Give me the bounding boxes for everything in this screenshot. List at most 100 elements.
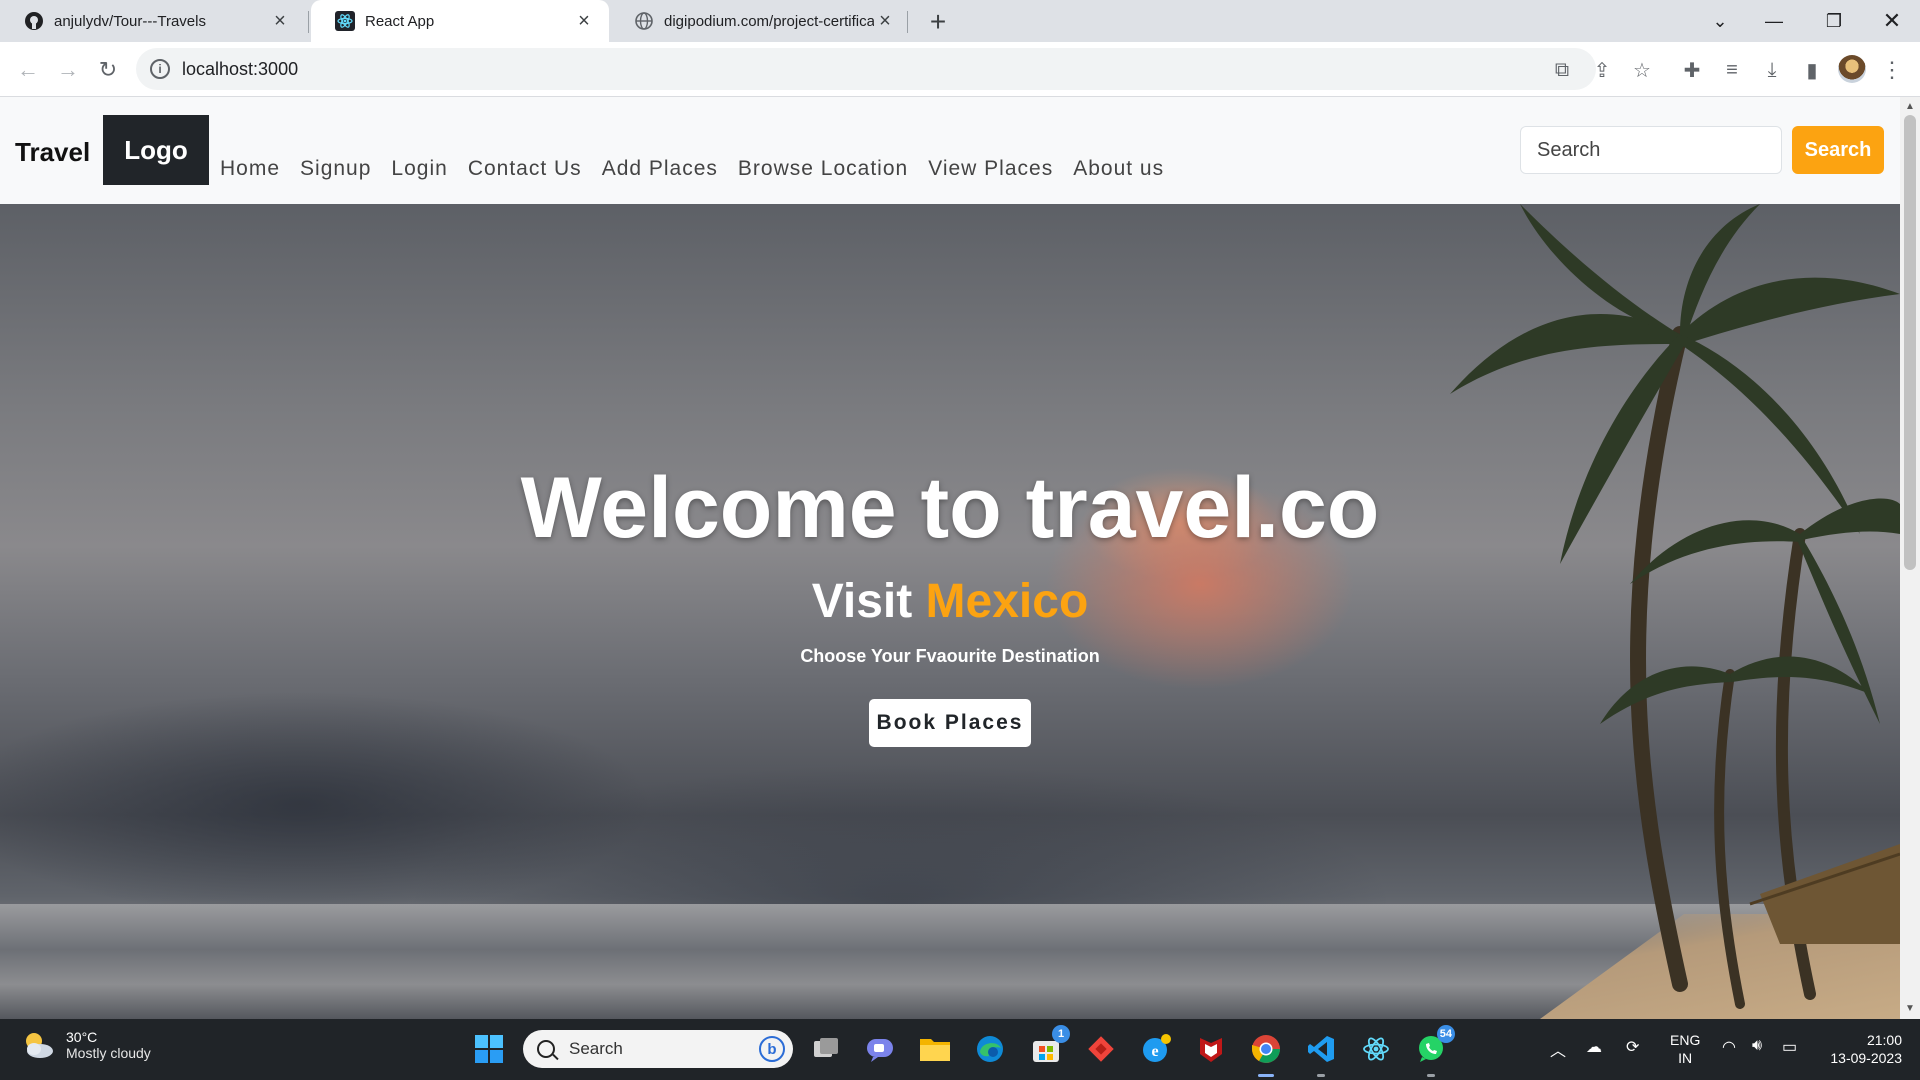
tab-title: anjulydv/Tour---Travels: [54, 12, 206, 30]
react-devtools-icon[interactable]: [1356, 1029, 1396, 1069]
bookmark-star-icon[interactable]: ☆: [1626, 54, 1658, 86]
search-icon: [537, 1040, 555, 1058]
site-navbar: Travel Logo Home Signup Login Contact Us…: [0, 97, 1900, 204]
nav-link-home[interactable]: Home: [220, 157, 280, 181]
tab-github[interactable]: anjulydv/Tour---Travels ×: [0, 0, 305, 42]
scroll-down-arrow-icon[interactable]: ▼: [1905, 1003, 1915, 1014]
nav-link-add-places[interactable]: Add Places: [602, 157, 718, 181]
hero-subtitle-destination: Mexico: [925, 575, 1089, 628]
nav-link-login[interactable]: Login: [391, 157, 447, 181]
hero-title: Welcome to travel.co: [520, 460, 1380, 556]
clock-date: 13-09-2023: [1830, 1050, 1902, 1066]
nav-link-browse-location[interactable]: Browse Location: [738, 157, 908, 181]
tray-chevron-up-icon[interactable]: ︿: [1550, 1037, 1566, 1061]
scroll-up-arrow-icon[interactable]: ▲: [1905, 101, 1915, 112]
nav-link-contact-us[interactable]: Contact Us: [468, 157, 582, 181]
new-tab-button[interactable]: +: [922, 6, 954, 38]
hero-banner: Welcome to travel.co Visit Mexico Choose…: [0, 204, 1900, 1019]
side-panel-icon[interactable]: ▮: [1796, 54, 1828, 86]
windows-start-icon[interactable]: [469, 1029, 509, 1069]
search-input[interactable]: [1520, 126, 1782, 174]
mcafee-icon[interactable]: [1191, 1029, 1231, 1069]
tab-title: React App: [365, 12, 435, 30]
close-window-button[interactable]: ✕: [1864, 0, 1920, 42]
download-icon[interactable]: ⤓: [1756, 54, 1788, 86]
browser-tab-bar: anjulydv/Tour---Travels × React App × di…: [0, 0, 1920, 42]
search-button[interactable]: Search: [1792, 126, 1884, 174]
whatsapp-icon[interactable]: 54: [1411, 1025, 1455, 1077]
store-badge-count: 1: [1052, 1025, 1070, 1043]
running-indicator: [1427, 1074, 1435, 1077]
book-places-button[interactable]: Book Places: [869, 699, 1031, 747]
minimize-button[interactable]: —: [1746, 0, 1802, 42]
language-indicator[interactable]: ENG IN: [1670, 1031, 1700, 1067]
chrome-icon[interactable]: [1246, 1029, 1286, 1077]
maximize-button[interactable]: ❐: [1806, 0, 1862, 42]
globe-icon: [634, 11, 654, 31]
react-icon: [335, 11, 355, 31]
hero-subtitle: Visit Mexico: [0, 574, 1900, 629]
tab-search-chevron-icon[interactable]: ⌄: [1692, 0, 1748, 42]
back-arrow-icon[interactable]: ←: [10, 52, 46, 88]
taskbar-search-box[interactable]: Search b: [523, 1030, 793, 1068]
system-clock[interactable]: 21:00 13-09-2023: [1822, 1031, 1902, 1067]
file-explorer-icon[interactable]: [915, 1029, 955, 1069]
main-nav: Home Signup Login Contact Us Add Places …: [210, 157, 1174, 181]
reading-list-icon[interactable]: ≡: [1716, 54, 1748, 86]
onedrive-cloud-icon[interactable]: ☁: [1586, 1037, 1602, 1057]
menu-kebab-icon[interactable]: ⋮: [1876, 54, 1908, 86]
volume-icon[interactable]: 🔊︎: [1752, 1037, 1762, 1055]
profile-avatar[interactable]: [1838, 55, 1866, 83]
tab-title: digipodium.com/project-certifica: [664, 12, 874, 30]
nav-link-about-us[interactable]: About us: [1073, 157, 1164, 181]
language-region: IN: [1678, 1050, 1693, 1066]
logo-box[interactable]: Logo: [103, 115, 209, 185]
bing-icon[interactable]: b: [759, 1036, 785, 1062]
hero-tagline: Choose Your Fvaourite Destination: [800, 646, 1100, 666]
weather-condition: Mostly cloudy: [66, 1045, 151, 1061]
hero-subtitle-prefix: Visit: [811, 575, 913, 628]
cloudy-weather-icon: [20, 1027, 56, 1063]
reload-icon[interactable]: ↻: [90, 52, 126, 88]
close-icon[interactable]: ×: [874, 10, 896, 33]
running-indicator: [1317, 1074, 1325, 1077]
tab-digipodium[interactable]: digipodium.com/project-certifica ×: [610, 0, 910, 42]
teams-chat-icon[interactable]: [860, 1029, 900, 1069]
brand-name[interactable]: Travel: [15, 137, 90, 168]
share-icon[interactable]: ⇪: [1586, 54, 1618, 86]
forward-arrow-icon[interactable]: →: [50, 52, 86, 88]
address-bar[interactable]: i localhost:3000: [136, 48, 1596, 90]
page-scrollbar[interactable]: ▲ ▼: [1900, 97, 1920, 1019]
extensions-puzzle-icon[interactable]: ✚: [1676, 54, 1708, 86]
edge-browser-icon[interactable]: [970, 1029, 1010, 1069]
battery-icon[interactable]: ▭: [1782, 1037, 1797, 1057]
browser-toolbar: ← → ↻ i localhost:3000 ⧉ ⇪ ☆ ✚ ≡ ⤓ ▮ ⋮: [0, 42, 1920, 97]
weather-temperature: 30°C: [66, 1029, 98, 1045]
internet-explorer-icon[interactable]: e: [1136, 1029, 1176, 1069]
site-info-icon[interactable]: i: [150, 59, 170, 79]
tab-react-app[interactable]: React App ×: [311, 0, 609, 42]
taskbar-search-placeholder: Search: [569, 1039, 623, 1058]
url-text: localhost:3000: [182, 58, 299, 79]
sync-icon[interactable]: ⟳: [1626, 1037, 1639, 1057]
svg-text:e: e: [1151, 1043, 1158, 1060]
windows-taskbar: 30°C Mostly cloudy Search b 1 e 54 ︿ ☁ ⟳…: [0, 1019, 1920, 1080]
github-icon: [24, 11, 44, 31]
scrollbar-thumb[interactable]: [1904, 115, 1916, 570]
tab-separator: [907, 11, 908, 33]
wifi-icon[interactable]: ◠: [1722, 1037, 1736, 1057]
clock-time: 21:00: [1866, 1032, 1902, 1048]
language-code: ENG: [1670, 1032, 1701, 1048]
nav-link-view-places[interactable]: View Places: [928, 157, 1053, 181]
microsoft-store-icon[interactable]: 1: [1026, 1025, 1070, 1069]
nav-link-signup[interactable]: Signup: [300, 157, 371, 181]
close-icon[interactable]: ×: [269, 10, 291, 33]
website-viewport: Travel Logo Home Signup Login Contact Us…: [0, 97, 1900, 1019]
weather-widget[interactable]: 30°C Mostly cloudy: [20, 1027, 151, 1063]
close-icon[interactable]: ×: [573, 10, 595, 33]
running-indicator: [1258, 1074, 1274, 1077]
open-in-app-icon[interactable]: ⧉: [1546, 54, 1578, 86]
anydesk-icon[interactable]: [1081, 1029, 1121, 1069]
task-view-icon[interactable]: [806, 1029, 846, 1069]
vscode-icon[interactable]: [1301, 1029, 1341, 1077]
